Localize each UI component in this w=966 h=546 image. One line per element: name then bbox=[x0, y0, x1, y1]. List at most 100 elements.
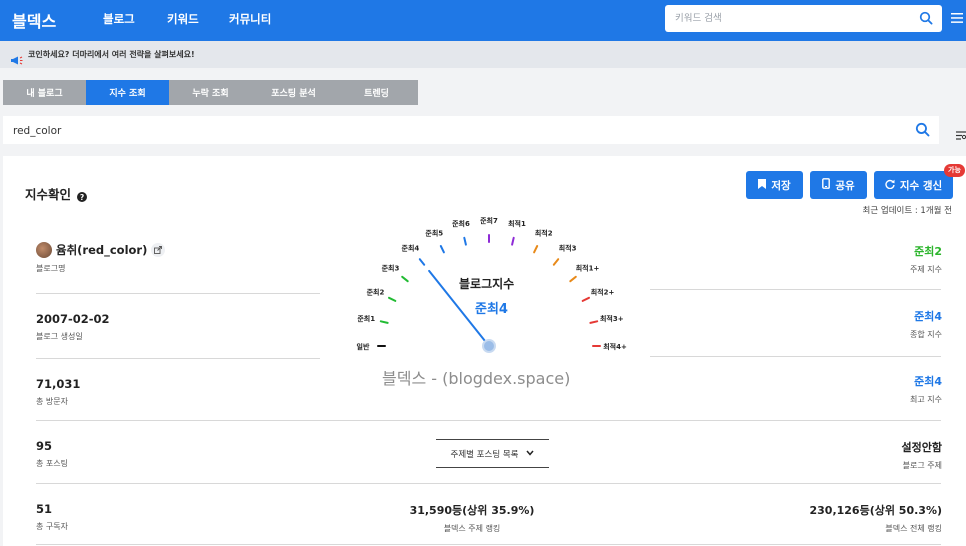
blog-created-label: 블로그 생성일 bbox=[36, 332, 83, 341]
nav-link-keyword[interactable]: 키워드 bbox=[167, 11, 199, 27]
gauge-tick-label: 최적2 bbox=[535, 229, 553, 238]
gauge-tick-label: 최적3 bbox=[559, 244, 577, 253]
overall-rank-row: 230,126등(상위 50.3%) 블덱스 전체 랭킹 bbox=[809, 502, 942, 534]
gauge-tick bbox=[533, 245, 539, 254]
divider bbox=[36, 483, 941, 484]
divider bbox=[36, 420, 941, 421]
gauge-tick-label: 준최6 bbox=[452, 219, 470, 228]
divider bbox=[36, 544, 941, 545]
max-index-row: 준최4 최고 지수 bbox=[910, 373, 942, 405]
nav-link-blog[interactable]: 블로그 bbox=[103, 11, 135, 27]
nav-link-community[interactable]: 커뮤니티 bbox=[229, 11, 271, 27]
gauge-tick-label: 준최1 bbox=[357, 314, 375, 323]
blog-name-label: 블로그명 bbox=[36, 264, 66, 273]
posts-row: 95 총 포스팅 bbox=[36, 439, 68, 469]
gauge-tick-label: 최적1+ bbox=[576, 263, 600, 272]
total-subscribers-label: 총 구독자 bbox=[36, 522, 68, 531]
total-visitors: 71,031 bbox=[36, 377, 81, 391]
gauge-tick bbox=[589, 320, 599, 324]
section-title: 지수확인 bbox=[25, 187, 72, 202]
overall-rank-value: 230,126등(상위 50.3%) bbox=[809, 504, 942, 517]
topic-posting-dropdown[interactable]: 주제별 포스팅 목록 bbox=[436, 439, 549, 468]
blog-search-box bbox=[3, 116, 939, 144]
tab-trending[interactable]: 트렌딩 bbox=[335, 80, 418, 105]
divider bbox=[650, 356, 941, 357]
search-icon[interactable] bbox=[915, 122, 930, 137]
chevron-down-icon bbox=[526, 449, 535, 459]
share-button[interactable]: 공유 bbox=[810, 171, 867, 199]
gauge-tick-label: 최적1 bbox=[508, 219, 526, 228]
gauge-tick bbox=[418, 258, 426, 266]
external-link-icon[interactable] bbox=[151, 243, 166, 257]
blog-name-row: 윰취(red_color) 블로그명 bbox=[36, 242, 166, 274]
gauge-tick bbox=[511, 236, 515, 246]
divider bbox=[36, 358, 320, 359]
gauge-hub bbox=[482, 339, 496, 353]
tab-index-lookup[interactable]: 지수 조회 bbox=[86, 80, 169, 105]
blog-id-input[interactable] bbox=[13, 122, 713, 139]
subscribers-row: 51 총 구독자 bbox=[36, 502, 68, 532]
bookmark-icon bbox=[758, 178, 767, 192]
max-index-label: 최고 지수 bbox=[910, 395, 942, 404]
blog-topic-row: 설정안함 블로그 주제 bbox=[902, 439, 942, 471]
filter-list-icon[interactable] bbox=[956, 125, 966, 144]
divider bbox=[36, 293, 320, 294]
notice-text[interactable]: 코인하세요? 더마리에서 여러 전략을 살펴보세요! bbox=[28, 49, 195, 60]
divider bbox=[650, 289, 941, 290]
gauge-tick-label: 최적3+ bbox=[600, 314, 624, 323]
tab-missing-lookup[interactable]: 누락 조회 bbox=[169, 80, 252, 105]
notice-bar: 코인하세요? 더마리에서 여러 전략을 살펴보세요! bbox=[0, 41, 966, 68]
tab-posting-analysis[interactable]: 포스팅 분석 bbox=[252, 80, 335, 105]
megaphone-icon bbox=[11, 50, 23, 69]
refresh-available-badge: 가능 bbox=[944, 164, 965, 177]
save-button[interactable]: 저장 bbox=[746, 171, 803, 199]
total-posts: 95 bbox=[36, 439, 53, 453]
gauge-tick bbox=[439, 245, 445, 254]
top-nav: 블덱스 블로그 키워드 커뮤니티 bbox=[0, 0, 966, 41]
overall-index-label: 종합 지수 bbox=[910, 330, 942, 339]
tab-bar: 내 블로그 지수 조회 누락 조회 포스팅 분석 트렌딩 bbox=[3, 80, 418, 105]
gauge-tick bbox=[388, 296, 397, 302]
phone-share-icon bbox=[822, 178, 831, 192]
save-button-label: 저장 bbox=[771, 179, 791, 192]
watermark-text: 블덱스 - (blogdex.space) bbox=[382, 369, 571, 388]
keyword-search-box bbox=[665, 5, 942, 32]
blog-created-date: 2007-02-02 bbox=[36, 312, 110, 326]
help-icon[interactable]: ? bbox=[77, 187, 87, 206]
hamburger-menu-icon[interactable] bbox=[951, 12, 963, 24]
keyword-search-input[interactable] bbox=[675, 10, 905, 27]
topic-rank-label: 블덱스 주제 랭킹 bbox=[443, 524, 501, 533]
refresh-index-button[interactable]: 지수 갱신 bbox=[874, 171, 953, 199]
overall-rank-label: 블덱스 전체 랭킹 bbox=[885, 524, 942, 533]
gauge-title: 블로그지수 bbox=[459, 277, 515, 291]
dropdown-label: 주제별 포스팅 목록 bbox=[450, 449, 519, 460]
blog-name: 윰취(red_color) bbox=[56, 243, 148, 257]
search-icon[interactable] bbox=[919, 11, 933, 25]
overall-index-value: 준최4 bbox=[914, 310, 942, 323]
total-subscribers: 51 bbox=[36, 502, 53, 516]
overall-index-row: 준최4 종합 지수 bbox=[910, 308, 942, 340]
avatar bbox=[36, 242, 52, 258]
gauge-tick-label: 준최2 bbox=[367, 287, 385, 296]
refresh-icon bbox=[885, 179, 895, 192]
svg-text:?: ? bbox=[80, 193, 84, 202]
gauge-tick-label: 최적2+ bbox=[591, 287, 615, 296]
last-update-text: 최근 업데이트 : 1개월 전 bbox=[862, 206, 952, 216]
gauge-tick bbox=[401, 275, 409, 283]
gauge-value: 준최4 bbox=[475, 302, 508, 317]
share-button-label: 공유 bbox=[835, 179, 855, 192]
gauge-tick-label: 준최5 bbox=[425, 229, 443, 238]
gauge-tick-label: 일반 bbox=[357, 342, 370, 351]
gauge-tick bbox=[569, 275, 577, 283]
logo[interactable]: 블덱스 bbox=[12, 8, 56, 32]
gauge-tick-label: 준최4 bbox=[402, 244, 420, 253]
tab-my-blog[interactable]: 내 블로그 bbox=[3, 80, 86, 105]
gauge-tick-label: 최적4+ bbox=[603, 342, 627, 351]
visitors-row: 71,031 총 방문자 bbox=[36, 377, 80, 407]
gauge-tick bbox=[552, 258, 560, 266]
gauge-tick-label: 준최3 bbox=[382, 263, 400, 272]
total-posts-label: 총 포스팅 bbox=[36, 459, 68, 468]
blog-topic-label: 블로그 주제 bbox=[902, 461, 942, 470]
gauge-tick bbox=[463, 236, 467, 246]
max-index-value: 준최4 bbox=[914, 375, 942, 388]
